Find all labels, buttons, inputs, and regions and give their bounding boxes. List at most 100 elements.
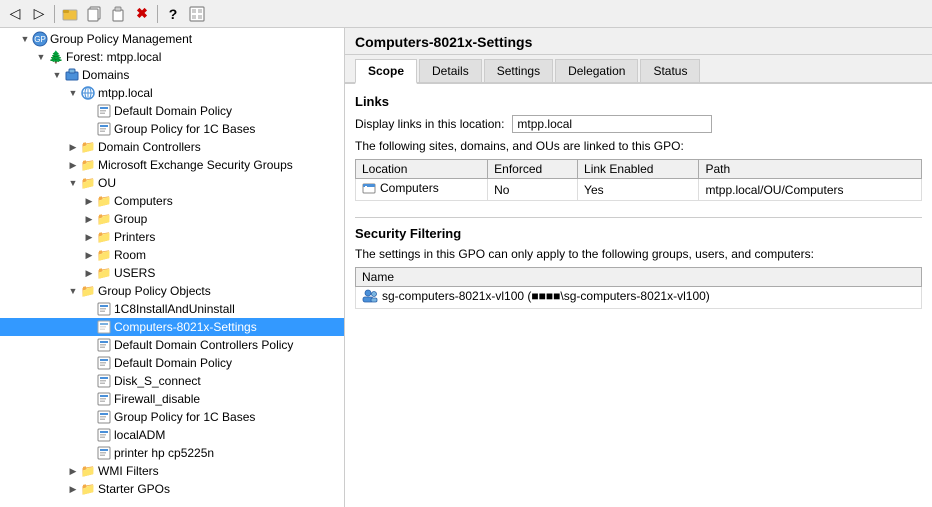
ou-folder-icon: 📁 <box>96 229 112 245</box>
gpo-icon <box>96 409 112 425</box>
tree-label: localADM <box>114 426 165 444</box>
expand-icon[interactable]: ▶ <box>82 230 96 244</box>
main-layout: ▼ GP Group Policy Management ▼ 🌲 Forest:… <box>0 28 932 507</box>
export-button[interactable] <box>186 3 208 25</box>
col-name: Name <box>356 268 922 287</box>
tree-item-gp1c[interactable]: Group Policy for 1C Bases <box>0 408 344 426</box>
expand-icon[interactable]: ▼ <box>50 68 64 82</box>
tree-item-gpo-container[interactable]: ▼ 📁 Group Policy Objects <box>0 282 344 300</box>
tree-label: Domain Controllers <box>98 138 201 156</box>
display-links-input[interactable] <box>512 115 712 133</box>
tree-item-firewall[interactable]: Firewall_disable <box>0 390 344 408</box>
tree-item-domain-controllers[interactable]: ▶ 📁 Domain Controllers <box>0 138 344 156</box>
table-row[interactable]: Computers No Yes mtpp.local/OU/Computers <box>356 179 922 201</box>
tree-item-printer[interactable]: printer hp cp5225n <box>0 444 344 462</box>
tree-item-1c8install[interactable]: 1C8InstallAndUninstall <box>0 300 344 318</box>
tab-status[interactable]: Status <box>640 59 700 82</box>
forward-button[interactable]: ▷ <box>28 3 50 25</box>
tree-item-ddcp[interactable]: Default Domain Controllers Policy <box>0 336 344 354</box>
expand-icon[interactable]: ▶ <box>82 194 96 208</box>
tree-panel: ▼ GP Group Policy Management ▼ 🌲 Forest:… <box>0 28 345 507</box>
forest-label: Forest: mtpp.local <box>66 48 161 66</box>
tab-settings[interactable]: Settings <box>484 59 553 82</box>
expand-icon[interactable]: ▶ <box>66 464 80 478</box>
back-button[interactable]: ◁ <box>4 3 26 25</box>
tree-item-room[interactable]: ▶ 📁 Room <box>0 246 344 264</box>
tree-item-exchange[interactable]: ▶ 📁 Microsoft Exchange Security Groups <box>0 156 344 174</box>
links-table: Location Enforced Link Enabled Path Comp… <box>355 159 922 201</box>
expand-icon[interactable]: ▶ <box>66 482 80 496</box>
tab-scope[interactable]: Scope <box>355 59 417 84</box>
tree-label: Computers <box>114 192 173 210</box>
col-path: Path <box>699 160 922 179</box>
security-section: Security Filtering The settings in this … <box>355 217 922 309</box>
no-expand <box>82 104 96 118</box>
location-cell: Computers <box>362 181 439 195</box>
tree-root[interactable]: ▼ GP Group Policy Management <box>0 30 344 48</box>
gpo-icon <box>96 103 112 119</box>
security-table: Name sg-computers-8021x-vl100 (■■■■\sg-c… <box>355 267 922 309</box>
copy-button[interactable] <box>83 3 105 25</box>
right-panel: Computers-8021x-Settings Scope Details S… <box>345 28 932 507</box>
tree-item-default-domain-policy[interactable]: Default Domain Policy <box>0 102 344 120</box>
tree-item-computers[interactable]: ▶ 📁 Computers <box>0 192 344 210</box>
folder-icon: 📁 <box>80 139 96 155</box>
tree-item-printers[interactable]: ▶ 📁 Printers <box>0 228 344 246</box>
no-expand <box>82 356 96 370</box>
expand-icon[interactable]: ▶ <box>66 140 80 154</box>
cell-enforced: No <box>488 179 578 201</box>
tree-label: Default Domain Policy <box>114 354 232 372</box>
links-section: Links Display links in this location: Th… <box>355 94 922 201</box>
links-desc: The following sites, domains, and OUs ar… <box>355 139 922 153</box>
root-icon: GP <box>32 31 48 47</box>
tree-item-starter-gpos[interactable]: ▶ 📁 Starter GPOs <box>0 480 344 498</box>
col-location: Location <box>356 160 488 179</box>
ou-folder-icon: 📁 <box>96 247 112 263</box>
tree-label: Firewall_disable <box>114 390 200 408</box>
tree-domains[interactable]: ▼ Domains <box>0 66 344 84</box>
tab-delegation[interactable]: Delegation <box>555 59 638 82</box>
cell-location: Computers <box>356 179 488 201</box>
tab-details[interactable]: Details <box>419 59 482 82</box>
tree-item-wmi-filters[interactable]: ▶ 📁 WMI Filters <box>0 462 344 480</box>
tree-item-localadm[interactable]: localADM <box>0 426 344 444</box>
folder-icon: 📁 <box>80 463 96 479</box>
expand-icon[interactable]: ▼ <box>66 86 80 100</box>
folder-icon: 📁 <box>80 157 96 173</box>
cell-link-enabled: Yes <box>578 179 699 201</box>
tree-item-group[interactable]: ▶ 📁 Group <box>0 210 344 228</box>
tree-label: Default Domain Controllers Policy <box>114 336 293 354</box>
tree-forest[interactable]: ▼ 🌲 Forest: mtpp.local <box>0 48 344 66</box>
expand-icon[interactable]: ▶ <box>82 248 96 262</box>
table-row[interactable]: sg-computers-8021x-vl100 (■■■■\sg-comput… <box>356 287 922 309</box>
ou-folder-icon: 📁 <box>96 265 112 281</box>
toolbar-separator-1 <box>54 5 55 23</box>
gpo-icon <box>96 121 112 137</box>
open-button[interactable] <box>59 3 81 25</box>
paste-button[interactable] <box>107 3 129 25</box>
expand-icon[interactable]: ▼ <box>66 176 80 190</box>
tree-item-users[interactable]: ▶ 📁 USERS <box>0 264 344 282</box>
col-enforced: Enforced <box>488 160 578 179</box>
tree-label: Disk_S_connect <box>114 372 201 390</box>
tree-label: WMI Filters <box>98 462 159 480</box>
help-button[interactable]: ? <box>162 3 184 25</box>
expand-icon[interactable]: ▼ <box>34 50 48 64</box>
expand-icon[interactable]: ▶ <box>82 266 96 280</box>
tree-item-gp-1c-bases[interactable]: Group Policy for 1C Bases <box>0 120 344 138</box>
tree-item-computers-8021x[interactable]: Computers-8021x-Settings <box>0 318 344 336</box>
expand-icon[interactable]: ▶ <box>66 158 80 172</box>
tree-item-disk[interactable]: Disk_S_connect <box>0 372 344 390</box>
gpo-icon <box>96 427 112 443</box>
scope-content: Links Display links in this location: Th… <box>345 84 932 319</box>
tree-item-ou[interactable]: ▼ 📁 OU <box>0 174 344 192</box>
cell-name: sg-computers-8021x-vl100 (■■■■\sg-comput… <box>356 287 922 309</box>
no-expand <box>82 122 96 136</box>
delete-button[interactable]: ✖ <box>131 3 153 25</box>
expand-icon[interactable]: ▼ <box>18 32 32 46</box>
no-expand <box>82 410 96 424</box>
expand-icon[interactable]: ▶ <box>82 212 96 226</box>
expand-icon[interactable]: ▼ <box>66 284 80 298</box>
tree-item-ddp[interactable]: Default Domain Policy <box>0 354 344 372</box>
tree-domain[interactable]: ▼ mtpp.local <box>0 84 344 102</box>
